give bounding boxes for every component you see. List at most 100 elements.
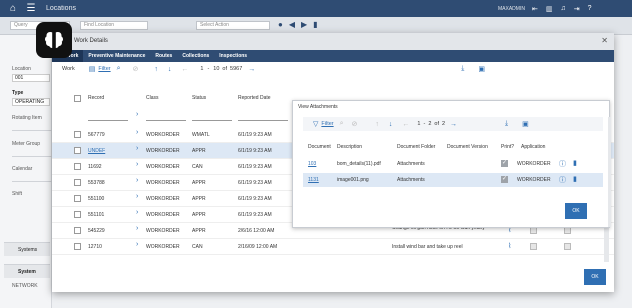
sort-down-icon[interactable]: ↓	[168, 66, 172, 73]
chevron-right-icon[interactable]: ›	[136, 209, 138, 216]
download-icon[interactable]: ⤓	[461, 65, 464, 73]
chevron-right-icon[interactable]: ›	[136, 145, 138, 152]
filter-link[interactable]: Filter	[98, 66, 110, 72]
tab-collections[interactable]: Collections	[177, 50, 214, 62]
column-header-application[interactable]: Application	[521, 144, 545, 150]
attachment-row[interactable]: 1131 image001.png Attachments ✓ WORKORDE…	[303, 173, 603, 187]
attachments-ok-button[interactable]: OK	[565, 203, 587, 219]
row-checkbox[interactable]	[74, 243, 81, 250]
application-cell: WORKORDER	[517, 177, 551, 183]
close-icon[interactable]: ✕	[601, 36, 608, 45]
save-icon[interactable]: ●	[278, 20, 283, 29]
reported-date-filter-input[interactable]	[238, 111, 288, 121]
back-icon[interactable]: ⇤	[532, 5, 538, 13]
work-table-toolbar: Work ▤ Filter ⌕ ⊘ ↑ ↓ ← 1 - 10 of 5967 →…	[62, 65, 485, 73]
select-all-checkbox[interactable]	[74, 95, 81, 102]
chevron-right-icon[interactable]: ›	[136, 129, 138, 136]
view-attachments-title: View Attachments	[298, 104, 338, 110]
sort-down-icon[interactable]: ↓	[389, 121, 393, 128]
chevron-right-icon[interactable]: ›	[136, 111, 138, 118]
type-value[interactable]: OPERATING	[12, 98, 50, 106]
bell-icon[interactable]: ♫	[561, 5, 566, 13]
forward-nav-icon[interactable]: ▶	[301, 20, 307, 29]
table-row[interactable]: 12710 › WORKORDER CAN 2/16/09 12:00 AM I…	[52, 239, 614, 255]
row-checkbox[interactable]	[74, 147, 81, 154]
record-filter-input[interactable]	[88, 111, 128, 121]
filter-link[interactable]: Filter	[321, 121, 333, 127]
column-header-status[interactable]: Status	[192, 95, 206, 101]
ok-button[interactable]: OK	[584, 269, 606, 285]
column-header-record[interactable]: Record	[88, 95, 104, 101]
row-checkbox[interactable]	[74, 227, 81, 234]
page-end: 2	[428, 121, 432, 127]
filter-icon[interactable]: ▽	[313, 120, 318, 128]
system-label: System	[4, 264, 50, 278]
shift-label: Shift	[12, 191, 23, 197]
row-checkbox[interactable]	[74, 195, 81, 202]
search-icon[interactable]: ⌕	[117, 65, 121, 73]
chevron-right-icon[interactable]: ›	[136, 193, 138, 200]
row-checkbox[interactable]	[74, 163, 81, 170]
class-cell: WORKORDER	[146, 228, 180, 234]
tab-inspections[interactable]: Inspections	[214, 50, 252, 62]
systems-section[interactable]: Systems	[4, 242, 50, 256]
chevron-right-icon[interactable]: ›	[136, 161, 138, 168]
record-link[interactable]: UNDEF	[88, 148, 105, 154]
column-header-description[interactable]: Description	[337, 144, 362, 150]
select-action-dropdown[interactable]: Select Action	[196, 21, 270, 30]
column-header-document-version[interactable]: Document Version	[447, 144, 488, 150]
row-checkbox[interactable]	[74, 179, 81, 186]
rotating-item-label: Rotating Item	[12, 115, 42, 121]
page-of: of	[222, 66, 228, 72]
chevron-right-icon[interactable]: ›	[136, 241, 138, 248]
document-link[interactable]: 1131	[308, 177, 319, 183]
record-cell: 11692	[88, 164, 102, 170]
table-settings-icon[interactable]: ▣	[522, 120, 529, 128]
next-page-icon[interactable]: →	[450, 121, 457, 128]
paperclip-icon[interactable]: ⌇	[508, 242, 511, 250]
record-cell: 567779	[88, 132, 105, 138]
tab-routes[interactable]: Routes	[150, 50, 177, 62]
divider	[12, 181, 52, 182]
next-page-icon[interactable]: →	[248, 66, 255, 73]
delete-icon[interactable]: ▮	[573, 175, 577, 183]
column-header-reported-date[interactable]: Reported Date	[238, 95, 271, 101]
filter-icon[interactable]: ▤	[89, 65, 96, 73]
attachments-scrollbar[interactable]	[608, 117, 611, 227]
reported-date-cell: 2/16/09 12:00 AM	[238, 244, 278, 250]
tab-preventive-maintenance[interactable]: Preventive Maintenance	[83, 50, 150, 62]
attachment-row[interactable]: 103 bom_details(11).pdf Attachments ✓ WO…	[303, 157, 603, 171]
chevron-right-icon[interactable]: ›	[136, 225, 138, 232]
page-start: 1	[417, 121, 421, 127]
column-header-document[interactable]: Document	[308, 144, 331, 150]
info-icon[interactable]: ⓘ	[559, 159, 566, 169]
find-location-input[interactable]: Find Location	[80, 21, 148, 30]
chevron-right-icon[interactable]: ›	[136, 177, 138, 184]
location-value[interactable]: 001	[12, 74, 50, 82]
logout-icon[interactable]: ⇥	[574, 5, 580, 13]
view-attachments-dialog: View Attachments ▽ Filter ⌕ ⊘ ↑ ↓ ← 1 - …	[292, 100, 611, 228]
download-icon[interactable]: ⤓	[505, 120, 508, 128]
class-cell: WORKORDER	[146, 132, 180, 138]
column-header-class[interactable]: Class	[146, 95, 159, 101]
background-bottom	[52, 292, 614, 308]
home-icon[interactable]: ⌂	[6, 3, 20, 14]
help-icon[interactable]: ?	[588, 5, 592, 13]
column-header-document-folder[interactable]: Document Folder	[397, 144, 435, 150]
back-nav-icon[interactable]: ◀	[289, 20, 295, 29]
row-checkbox[interactable]	[74, 211, 81, 218]
row-checkbox-disabled	[564, 227, 571, 234]
delete-icon[interactable]: ▮	[573, 159, 577, 167]
column-header-print[interactable]: Print?	[501, 144, 514, 150]
menu-icon[interactable]: ☰	[24, 3, 38, 14]
row-checkbox[interactable]	[74, 131, 81, 138]
record-cell: 551101	[88, 212, 105, 218]
document-link[interactable]: 103	[308, 161, 316, 167]
sort-up-icon[interactable]: ↑	[154, 66, 158, 73]
chart-icon[interactable]: ▥	[546, 5, 553, 13]
class-filter-input[interactable]	[146, 111, 186, 121]
bulletin-icon[interactable]: ▮	[313, 20, 317, 29]
status-filter-input[interactable]	[192, 111, 232, 121]
info-icon[interactable]: ⓘ	[559, 175, 566, 185]
table-settings-icon[interactable]: ▣	[478, 65, 485, 73]
